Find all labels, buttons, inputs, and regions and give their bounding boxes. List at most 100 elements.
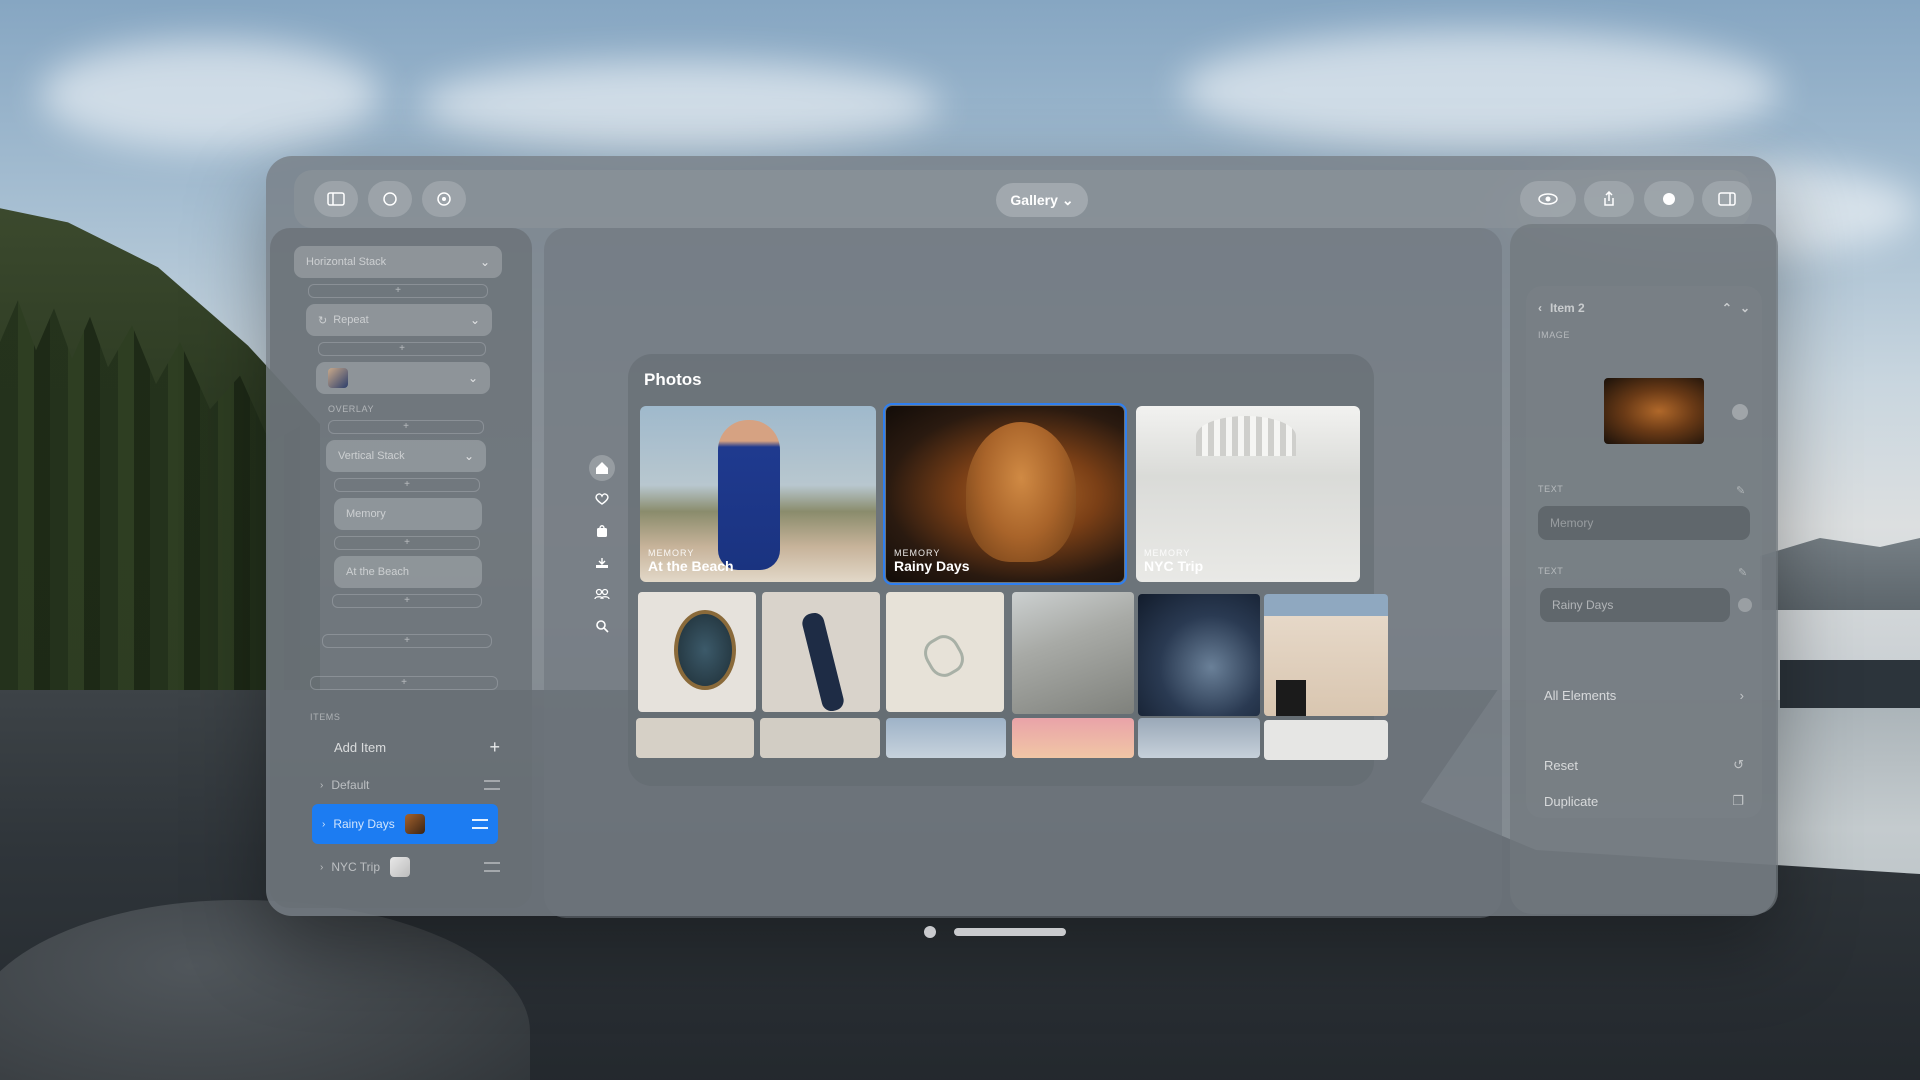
hand-shape	[800, 610, 846, 712]
clear-icon[interactable]	[1738, 598, 1752, 612]
text-field-2-value: Rainy Days	[1552, 598, 1614, 612]
photo-sky[interactable]	[886, 718, 1006, 758]
toggle-icon[interactable]	[368, 181, 412, 217]
memory-caption: MEMORY NYC Trip	[1144, 548, 1203, 574]
memory-title: NYC Trip	[1144, 558, 1204, 574]
chevron-left-icon[interactable]: ‹	[1538, 301, 1542, 315]
toolbar: Gallery ⌄	[294, 170, 1752, 228]
photo-rocks[interactable]	[1012, 592, 1134, 714]
chevron-up-icon[interactable]: ⌃	[1722, 301, 1732, 315]
item-label: Rainy Days	[333, 817, 395, 831]
memory-card-beach[interactable]: MEMORY At the Beach	[640, 406, 876, 582]
mirror-shape	[674, 610, 736, 690]
share-icon[interactable]	[1584, 181, 1634, 217]
reset-icon: ↺	[1733, 757, 1744, 772]
app-window: Gallery ⌄ Horizontal Stack ⌄ + ↻ Repeat …	[266, 156, 1778, 918]
window-icon[interactable]	[1702, 181, 1752, 217]
photo-hand[interactable]	[762, 592, 880, 712]
item-label: Default	[331, 778, 370, 792]
repeat-icon: ↻	[318, 314, 328, 327]
photo-sand[interactable]	[886, 592, 1004, 712]
text-field-2[interactable]: Rainy Days	[1540, 588, 1730, 622]
image-select[interactable]: ⌄	[316, 362, 490, 394]
bag-icon[interactable]	[589, 518, 615, 544]
reset-button[interactable]: Reset ↺	[1544, 754, 1744, 776]
repeat-select[interactable]: ↻ Repeat ⌄	[306, 304, 492, 336]
all-elements-row[interactable]: All Elements ›	[1544, 684, 1744, 706]
image-options-icon[interactable]	[1732, 404, 1748, 420]
add-slot-button[interactable]: +	[334, 478, 480, 492]
inspector-title: Item 2	[1550, 301, 1585, 315]
add-slot-button[interactable]: +	[310, 676, 498, 690]
edit-icon[interactable]: ✎	[1738, 566, 1747, 579]
drag-handle-icon[interactable]	[472, 819, 488, 829]
inspector-card: ‹ Item 2 ⌃ ⌄ IMAGE TEXT ✎ Memory TEXT ✎ …	[1526, 286, 1762, 818]
search-icon[interactable]	[589, 613, 615, 639]
overlay-caption: OVERLAY	[328, 404, 375, 414]
add-slot-button[interactable]: +	[334, 536, 480, 550]
add-slot-button[interactable]: +	[322, 634, 492, 648]
cloud	[420, 60, 940, 150]
inbox-icon[interactable]	[589, 550, 615, 576]
photo-sunset[interactable]	[1012, 718, 1134, 758]
drag-handle-icon[interactable]	[484, 780, 500, 790]
inspector-header: ‹ Item 2 ⌃ ⌄	[1538, 298, 1750, 318]
memory-field[interactable]: Memory	[334, 498, 482, 530]
item-row-default[interactable]: › Default	[310, 768, 510, 802]
settings-icon[interactable]	[422, 181, 466, 217]
cloud	[40, 40, 380, 150]
text-field-1[interactable]: Memory	[1538, 506, 1750, 540]
photo-white[interactable]	[1264, 720, 1388, 760]
memory-card-nyc-trip[interactable]: MEMORY NYC Trip	[1136, 406, 1360, 582]
memory-kicker: MEMORY	[648, 548, 695, 558]
people-icon[interactable]	[589, 581, 615, 607]
add-item-label: Add Item	[334, 739, 387, 755]
drag-handle-icon[interactable]	[484, 862, 500, 872]
text-field-1-value: Memory	[1550, 516, 1594, 530]
edit-icon[interactable]: ✎	[1736, 484, 1745, 497]
chevron-down-icon[interactable]: ⌄	[1740, 301, 1750, 315]
inspector-panel: ‹ Item 2 ⌃ ⌄ IMAGE TEXT ✎ Memory TEXT ✎ …	[1510, 224, 1778, 914]
overlay-stack-label: Vertical Stack	[338, 450, 405, 462]
window-close-dot[interactable]	[924, 926, 936, 938]
add-item-button[interactable]: Add Item +	[310, 730, 510, 764]
item-row-nyc-trip[interactable]: › NYC Trip	[310, 850, 510, 884]
photo-interior[interactable]	[760, 718, 880, 758]
memory-card-rainy-days[interactable]: MEMORY Rainy Days	[883, 403, 1127, 585]
window-grab-bar[interactable]	[954, 928, 1066, 936]
item-row-rainy-days[interactable]: › Rainy Days	[312, 804, 498, 844]
title-field[interactable]: At the Beach	[334, 556, 482, 588]
item-label: NYC Trip	[331, 860, 381, 874]
photo-clouds[interactable]	[1138, 718, 1260, 758]
home-icon[interactable]	[589, 454, 615, 481]
gallery-menu-label: Gallery	[1010, 192, 1058, 208]
photo-ocean[interactable]	[1138, 594, 1260, 716]
stack-type-select[interactable]: Horizontal Stack ⌄	[294, 246, 502, 278]
image-thumbnail	[328, 368, 348, 388]
add-slot-button[interactable]: +	[318, 342, 486, 356]
heart-icon[interactable]	[589, 486, 615, 512]
chevron-right-icon: ›	[320, 779, 324, 791]
image-caption: IMAGE	[1538, 330, 1571, 340]
record-icon[interactable]	[1644, 181, 1694, 217]
photo-building[interactable]	[1264, 594, 1388, 716]
photos-title: Photos	[644, 370, 702, 389]
item-thumbnail	[404, 814, 425, 834]
text-caption-2: TEXT	[1538, 566, 1564, 576]
memory-title: At the Beach	[648, 558, 734, 574]
overlay-stack-select[interactable]: Vertical Stack ⌄	[326, 440, 486, 472]
duplicate-button[interactable]: Duplicate ❐	[1544, 792, 1744, 810]
photo-plant[interactable]	[636, 718, 754, 758]
text-caption-1: TEXT	[1538, 484, 1564, 494]
eye-icon[interactable]	[1520, 181, 1576, 217]
sidebar-icon[interactable]	[314, 181, 358, 217]
photo-mirror[interactable]	[638, 592, 756, 712]
image-preview[interactable]	[1604, 378, 1704, 444]
add-slot-button[interactable]: +	[332, 594, 482, 608]
memory-kicker: MEMORY	[894, 548, 941, 558]
gallery-menu[interactable]: Gallery ⌄	[996, 183, 1088, 217]
chevron-down-icon: ⌄	[467, 371, 478, 385]
title-field-label: At the Beach	[346, 566, 409, 578]
add-slot-button[interactable]: +	[308, 284, 488, 298]
add-slot-button[interactable]: +	[328, 420, 484, 434]
